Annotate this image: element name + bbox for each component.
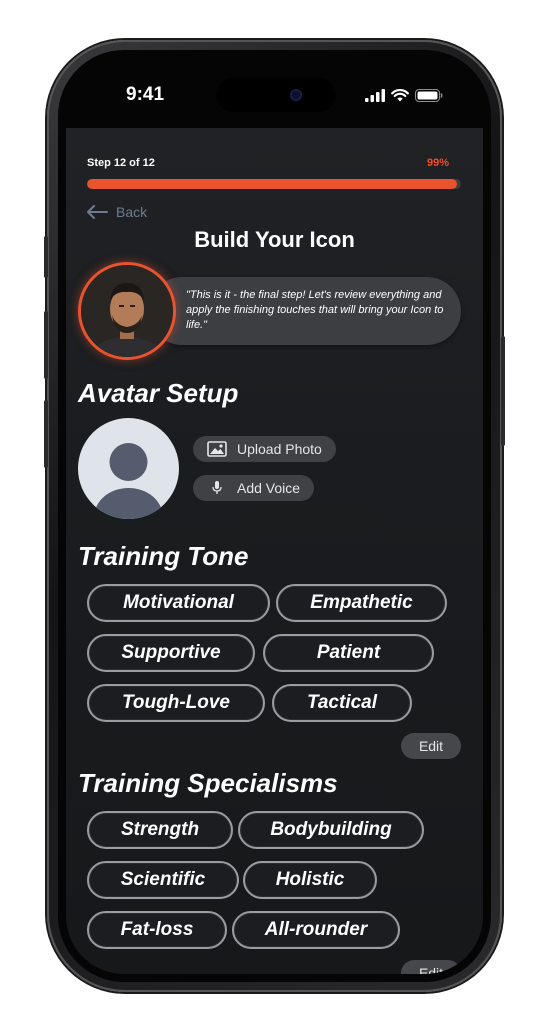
specialism-chip-holistic[interactable]: Holistic <box>243 861 377 899</box>
add-voice-label: Add Voice <box>237 480 301 496</box>
user-avatar-placeholder[interactable] <box>78 418 179 519</box>
upload-photo-button[interactable]: Upload Photo <box>193 436 336 462</box>
tone-chip-patient[interactable]: Patient <box>263 634 434 672</box>
edit-specialisms-button[interactable]: Edit <box>401 960 461 974</box>
progress-bar <box>87 179 461 189</box>
coach-avatar <box>78 262 176 360</box>
volume-down-button <box>44 400 48 468</box>
specialism-chip-scientific[interactable]: Scientific <box>87 861 239 899</box>
arrow-left-icon <box>87 205 108 219</box>
back-label: Back <box>116 204 148 220</box>
phone-bezel: 9:41 Step 12 of 12 99% Back Build Your I… <box>58 50 491 982</box>
microphone-icon <box>212 481 222 494</box>
screen: 9:41 Step 12 of 12 99% Back Build Your I… <box>66 58 483 974</box>
specialism-chip-strength[interactable]: Strength <box>87 811 233 849</box>
main-content: Step 12 of 12 99% Back Build Your Icon "… <box>66 128 483 974</box>
page-title: Build Your Icon <box>194 227 355 252</box>
back-button[interactable]: Back <box>86 204 147 220</box>
power-button <box>501 336 505 446</box>
volume-up-button <box>44 311 48 379</box>
training-specialisms-title: Training Specialisms <box>78 768 338 798</box>
status-icons <box>365 88 443 102</box>
battery-icon <box>415 88 443 102</box>
coach-message: "This is it - the final step! Let's revi… <box>186 289 444 331</box>
upload-photo-label: Upload Photo <box>237 441 322 457</box>
status-bar: 9:41 <box>66 58 483 126</box>
step-label: Step 12 of 12 <box>87 157 155 169</box>
tone-chip-empathetic[interactable]: Empathetic <box>276 584 447 622</box>
image-icon <box>207 441 227 457</box>
tone-chip-supportive[interactable]: Supportive <box>87 634 255 672</box>
add-voice-button[interactable]: Add Voice <box>193 475 315 501</box>
status-time: 9:41 <box>126 84 165 105</box>
specialism-chip-bodybuilding[interactable]: Bodybuilding <box>238 811 424 849</box>
edit-tone-button[interactable]: Edit <box>401 733 461 759</box>
coach-message-bubble: "This is it - the final step! Let's revi… <box>148 277 461 345</box>
tone-chip-motivational[interactable]: Motivational <box>87 584 270 622</box>
wifi-icon <box>391 88 409 101</box>
signal-icon <box>365 88 385 102</box>
progress-bar-fill <box>87 179 458 189</box>
front-camera <box>290 89 302 101</box>
tone-chip-tough-love[interactable]: Tough-Love <box>87 684 265 722</box>
specialism-chip-fat-loss[interactable]: Fat-loss <box>87 911 227 949</box>
tone-chip-tactical[interactable]: Tactical <box>272 684 412 722</box>
action-button <box>44 236 48 278</box>
avatar-setup-title: Avatar Setup <box>78 378 239 408</box>
dynamic-island <box>216 78 336 112</box>
user-silhouette-icon <box>94 443 163 519</box>
training-tone-title: Training Tone <box>78 541 249 571</box>
progress-percent: 99% <box>426 157 449 169</box>
specialism-chip-all-rounder[interactable]: All-rounder <box>232 911 400 949</box>
coach-portrait <box>81 265 173 357</box>
